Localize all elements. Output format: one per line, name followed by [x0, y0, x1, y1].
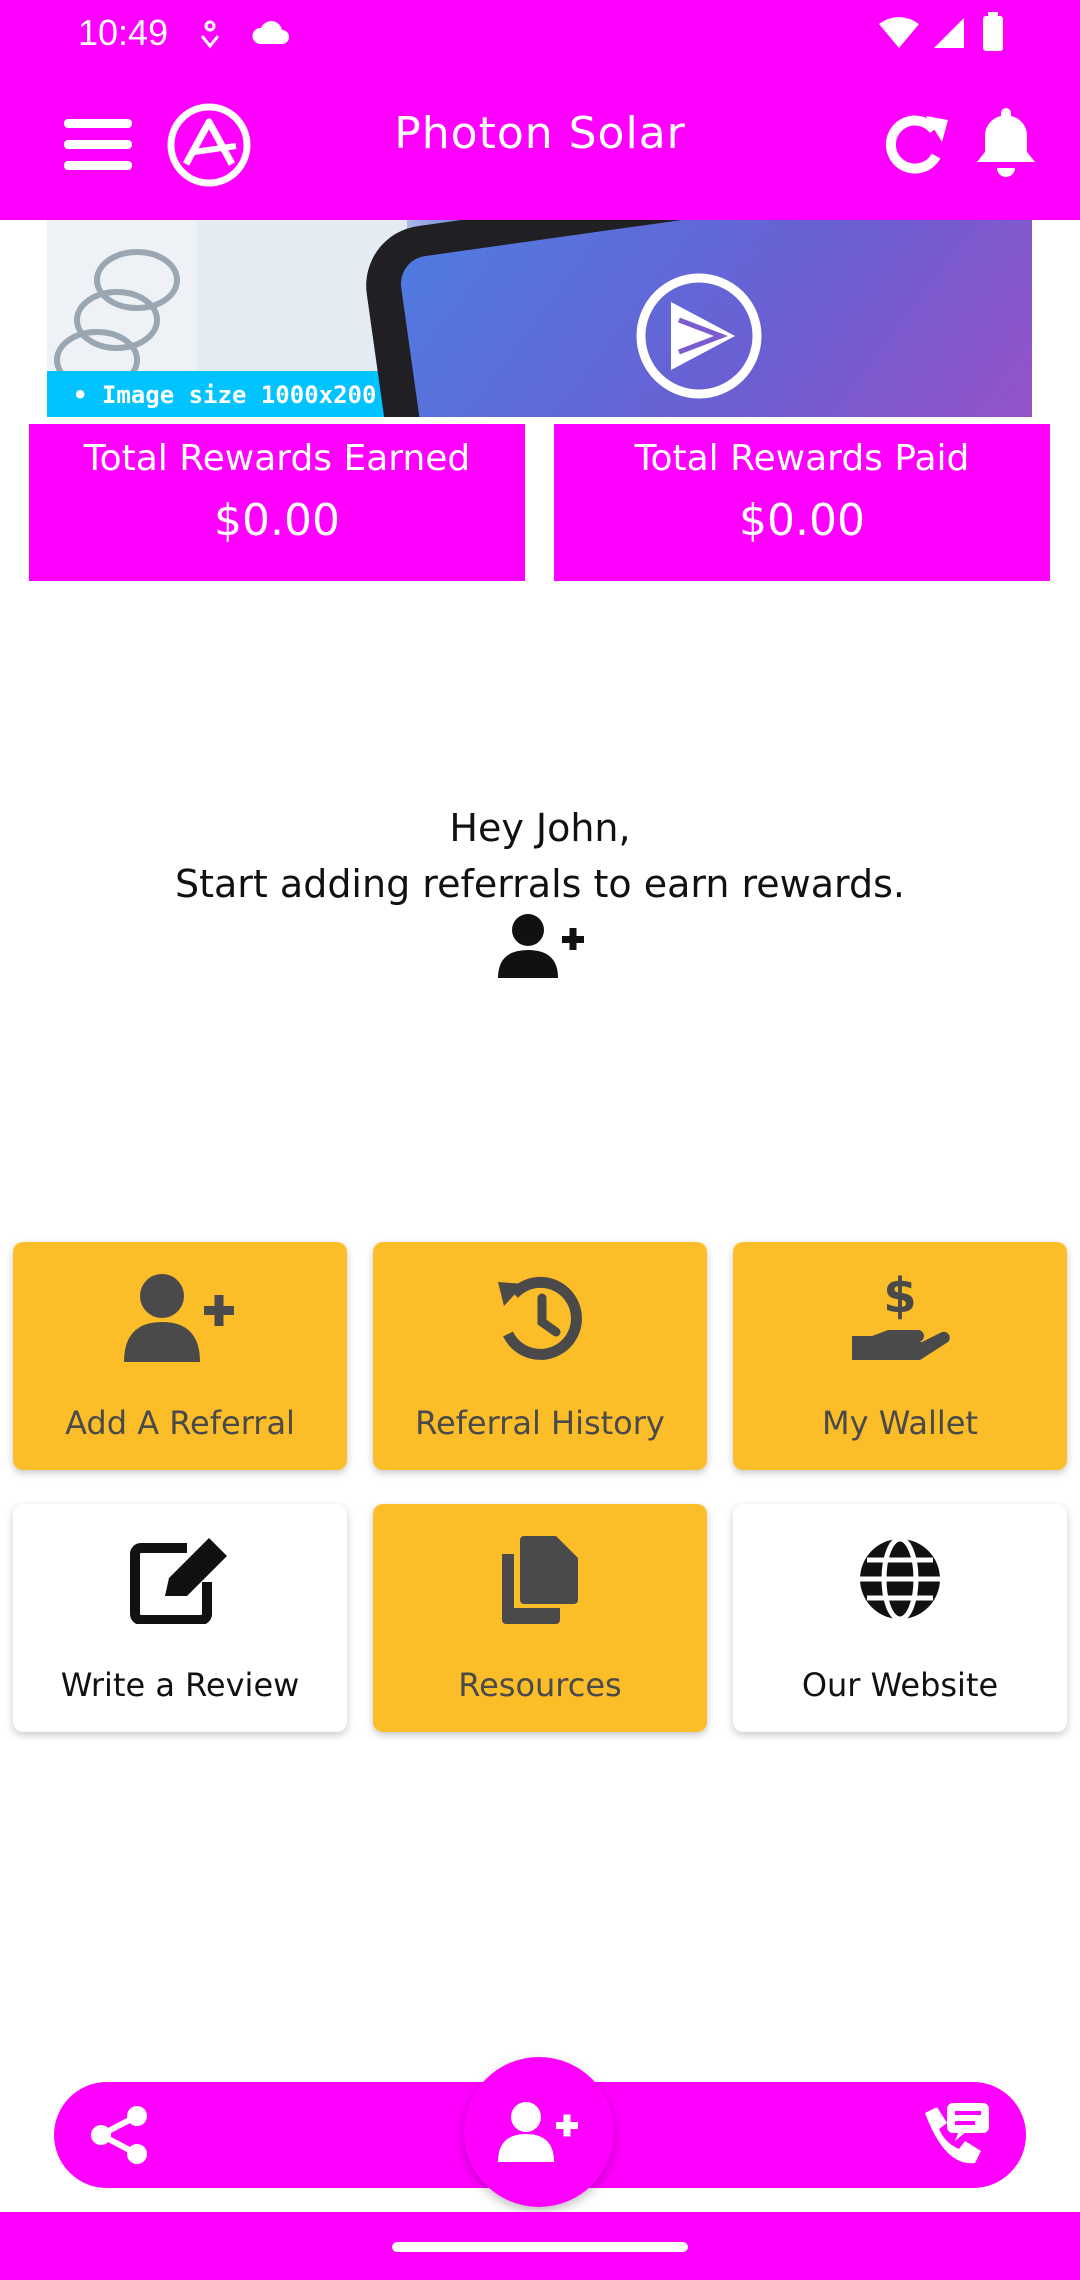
- cloud-icon: [252, 21, 289, 44]
- documents-icon: [502, 1536, 578, 1624]
- tile-label: Resources: [458, 1666, 622, 1704]
- add-user-icon: [498, 914, 584, 978]
- resources-tile[interactable]: Resources: [373, 1504, 707, 1732]
- total-rewards-earned-card: Total Rewards Earned $0.00: [29, 424, 525, 581]
- share-button[interactable]: [84, 2102, 154, 2168]
- refresh-icon: [885, 115, 948, 174]
- tile-label: Referral History: [415, 1404, 665, 1442]
- status-time: 10:49: [78, 12, 169, 53]
- write-review-tile[interactable]: Write a Review: [13, 1504, 347, 1732]
- stat-label: Total Rewards Paid: [634, 438, 970, 479]
- stat-value: $0.00: [214, 495, 340, 546]
- wifi-icon: [879, 17, 919, 48]
- refresh-button[interactable]: [880, 106, 956, 182]
- add-user-icon: [124, 1274, 234, 1362]
- promo-banner[interactable]: • Image size 1000x200: [47, 220, 1032, 417]
- total-rewards-paid-card: Total Rewards Paid $0.00: [554, 424, 1050, 581]
- greeting-line-2: Start adding referrals to earn rewards.: [175, 862, 905, 906]
- add-referral-shortcut[interactable]: [498, 912, 586, 986]
- status-bar: 10:49: [0, 0, 1080, 70]
- svg-text:$: $: [883, 1272, 916, 1324]
- play-logo-icon: [636, 273, 762, 399]
- our-website-tile[interactable]: Our Website: [733, 1504, 1067, 1732]
- add-referral-tile[interactable]: Add A Referral: [13, 1242, 347, 1470]
- app-bar: Photon Solar: [0, 70, 1080, 220]
- stat-label: Total Rewards Earned: [83, 438, 471, 479]
- notifications-button[interactable]: [968, 100, 1044, 184]
- tile-label: My Wallet: [822, 1404, 978, 1442]
- referral-history-tile[interactable]: Referral History: [373, 1242, 707, 1470]
- my-wallet-tile[interactable]: $ My Wallet: [733, 1242, 1067, 1470]
- notification-icon: [200, 20, 220, 49]
- signal-icon: [934, 18, 964, 48]
- tile-label: Add A Referral: [65, 1404, 295, 1442]
- add-referral-fab[interactable]: [464, 2057, 614, 2207]
- stat-value: $0.00: [739, 495, 865, 546]
- edit-icon: [130, 1538, 227, 1624]
- globe-icon: [860, 1536, 940, 1622]
- contact-button[interactable]: [914, 2098, 994, 2174]
- add-user-icon: [498, 2102, 578, 2162]
- battery-icon: [983, 12, 1003, 51]
- share-icon: [91, 2106, 147, 2164]
- tile-label: Write a Review: [60, 1666, 300, 1704]
- banner-caption: • Image size 1000x200: [73, 381, 377, 409]
- bell-icon: [977, 108, 1035, 177]
- greeting-line-1: Hey John,: [449, 806, 631, 850]
- history-icon: [498, 1276, 582, 1360]
- contact-phone-icon: [925, 2103, 989, 2164]
- greeting-message: Hey John, Start adding referrals to earn…: [0, 800, 1080, 912]
- wallet-hand-icon: $: [852, 1272, 950, 1360]
- tile-label: Our Website: [801, 1666, 999, 1704]
- home-indicator[interactable]: [392, 2242, 688, 2252]
